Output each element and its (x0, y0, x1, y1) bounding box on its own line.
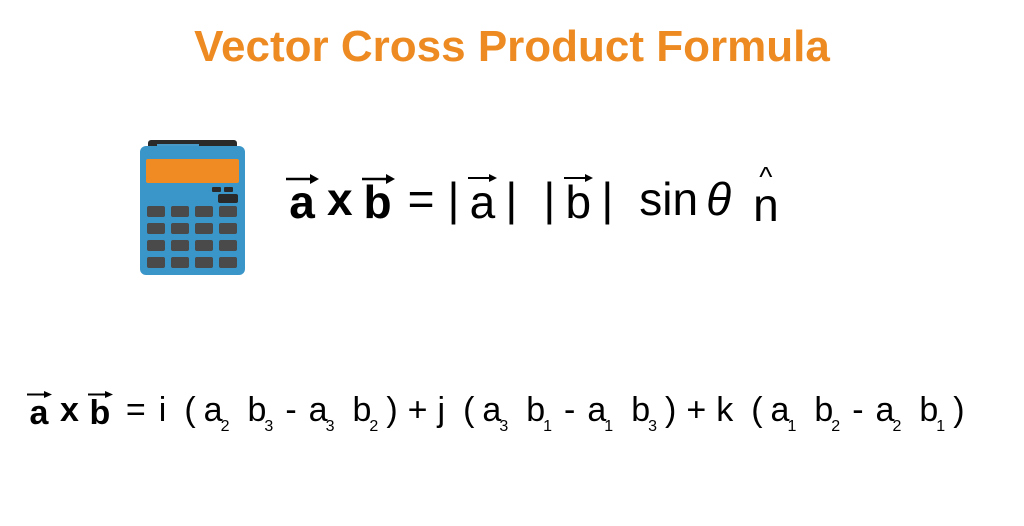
theta: θ (706, 172, 731, 226)
equals-sign: = (403, 172, 440, 226)
unit-n: ^ n (753, 170, 779, 228)
formula-row-1: a x b = | a | | b | sin θ ^ n (140, 140, 779, 275)
cross-symbol: x (327, 172, 353, 226)
k-hat: k (716, 391, 733, 430)
vector-b: b (87, 390, 113, 430)
sin-label: sin (639, 172, 698, 226)
abs-bar: | (543, 172, 555, 226)
vector-b-mag: b (563, 173, 593, 225)
page-title: Vector Cross Product Formula (0, 22, 1024, 72)
j-hat: j (438, 391, 446, 430)
magnitude-formula: a x b = | a | | b | sin θ ^ n (285, 140, 779, 228)
component-formula: a x b = i ( a2 b3 - a3 b2 ) + j ( a3 b1 … (26, 390, 965, 430)
equals-sign: = (121, 391, 151, 430)
rparen: ) (386, 391, 397, 430)
i-hat: i (159, 391, 167, 430)
vector-b: b (361, 173, 395, 225)
vector-a-mag: a (467, 173, 497, 225)
cross-symbol: x (60, 391, 79, 430)
abs-bar: | (447, 172, 459, 226)
lparen: ( (184, 391, 195, 430)
vector-a: a (26, 390, 52, 430)
abs-bar: | (601, 172, 613, 226)
vector-a: a (285, 173, 319, 225)
abs-bar: | (505, 172, 517, 226)
calculator-icon (140, 140, 245, 275)
